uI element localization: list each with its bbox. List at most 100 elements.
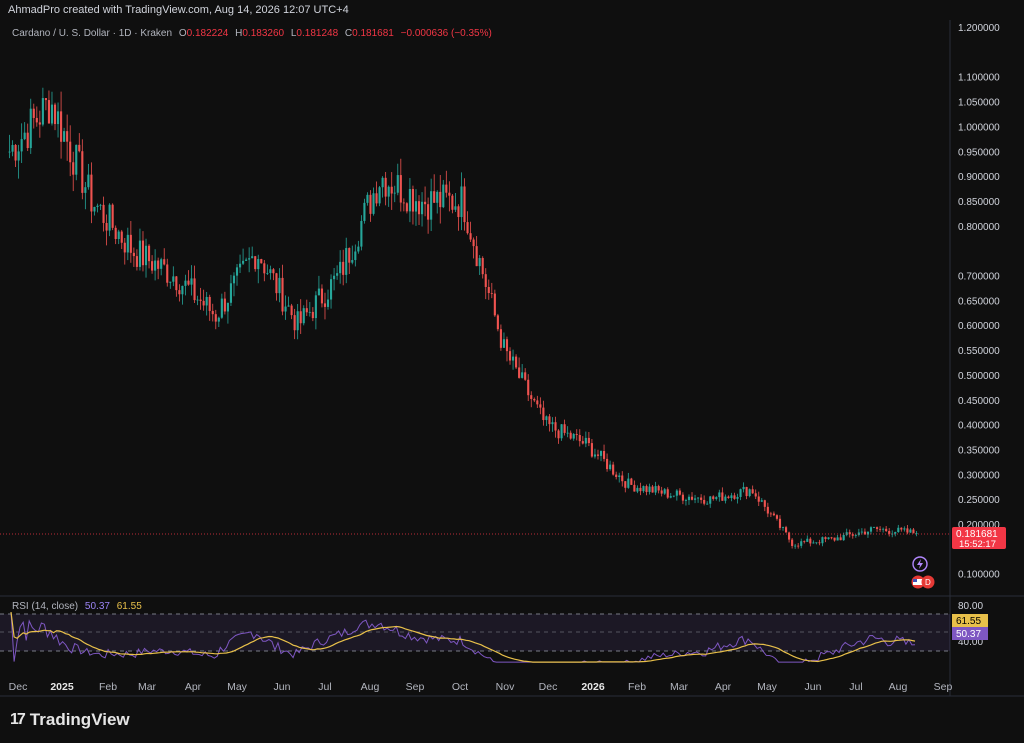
rsi-ma-value: 61.55 — [116, 601, 142, 612]
candle-body — [120, 231, 123, 243]
tradingview-brand[interactable]: 17 TradingView — [10, 710, 130, 730]
x-tick-label: 2026 — [581, 681, 605, 693]
x-tick-label: Oct — [452, 681, 468, 693]
candle-body — [23, 132, 26, 140]
candle-body — [675, 490, 678, 496]
candle-body — [854, 534, 857, 536]
candle-body — [451, 195, 454, 210]
candle-body — [308, 311, 311, 313]
candle-body — [63, 131, 66, 142]
candle-body — [645, 486, 648, 492]
candle-body — [226, 302, 229, 312]
candle-body — [357, 246, 360, 252]
candle-body — [615, 474, 618, 477]
candle-body — [888, 531, 891, 534]
candle-body — [66, 131, 69, 142]
candle-body — [736, 496, 739, 499]
candle-body — [251, 256, 254, 259]
candle-body — [903, 528, 906, 530]
candle-body — [481, 258, 484, 275]
y-tick-label: 0.500000 — [958, 371, 1000, 382]
candle-body — [536, 400, 539, 405]
candle-body — [314, 295, 317, 319]
candle-body — [824, 537, 827, 540]
candle-body — [408, 189, 411, 212]
candle-body — [196, 299, 199, 301]
candle-body — [733, 495, 736, 499]
x-tick-label: May — [227, 681, 248, 693]
candle-body — [709, 496, 712, 504]
y-tick-label: 0.450000 — [958, 396, 1000, 407]
candle-body — [387, 186, 390, 197]
y-tick-label: 1.200000 — [958, 23, 1000, 34]
candle-body — [745, 486, 748, 497]
candle-body — [912, 529, 915, 534]
candle-body — [351, 260, 354, 263]
candle-body — [602, 451, 606, 459]
price-badge-countdown: 15:52:17 — [959, 539, 996, 550]
candle-body — [545, 416, 548, 421]
candle-body — [578, 435, 581, 442]
candle-body — [114, 227, 117, 240]
y-tick-label: 0.800000 — [958, 222, 1000, 233]
candle-body — [721, 492, 724, 501]
x-tick-label: Aug — [889, 681, 908, 693]
candle-body — [138, 240, 142, 267]
candle-body — [882, 528, 885, 530]
x-tick-label: Dec — [539, 681, 558, 693]
candle-body — [687, 496, 691, 501]
candle-body — [296, 311, 299, 331]
price-pane — [0, 20, 950, 596]
candle-body — [472, 239, 475, 247]
x-tick-label: May — [757, 681, 778, 693]
y-tick-label: 0.400000 — [958, 421, 1000, 432]
candle-body — [333, 275, 336, 280]
candle-body — [842, 534, 845, 541]
candle-body — [35, 117, 38, 123]
candle-body — [439, 191, 442, 208]
candle-body — [275, 273, 278, 294]
candle-body — [909, 529, 912, 533]
x-tick-label: 2025 — [50, 681, 74, 693]
candle-body — [521, 372, 524, 378]
candle-body — [60, 111, 63, 142]
candle-body — [38, 122, 41, 125]
candle-body — [302, 308, 305, 324]
candle-body — [123, 242, 126, 253]
candle-body — [69, 141, 72, 163]
candle-body — [163, 259, 166, 265]
candle-body — [329, 279, 333, 300]
candle-body — [393, 192, 396, 194]
candle-body — [800, 541, 803, 546]
open-value: 0.182224 — [186, 28, 229, 39]
candle-body — [193, 278, 196, 301]
symbol-name: Cardano / U. S. Dollar · 1D · Kraken — [12, 28, 173, 39]
candle-body — [17, 151, 20, 161]
candle-body — [378, 187, 381, 204]
candle-body — [141, 240, 145, 266]
candle-body — [433, 191, 436, 203]
candle-body — [906, 528, 909, 533]
candle-body — [293, 315, 296, 331]
candle-body — [11, 144, 14, 152]
low-value: 0.181248 — [296, 28, 339, 39]
candle-body — [518, 367, 521, 378]
candle-body — [697, 497, 700, 499]
candle-body — [266, 272, 269, 274]
candle-body — [766, 506, 769, 514]
candle-body — [879, 528, 882, 530]
candle-body — [463, 186, 466, 223]
candle-body — [872, 527, 876, 529]
candle-body — [402, 202, 405, 204]
candle-body — [712, 496, 715, 499]
candle-body — [487, 286, 490, 294]
candle-body — [208, 296, 211, 311]
candle-body — [220, 298, 223, 318]
candle-body — [845, 532, 848, 535]
candle-body — [466, 222, 469, 234]
price-chart[interactable]: 1.200000 1.100000 1.050000 1.000000 0.950000… — [0, 0, 1024, 743]
y-tick-label: 0.350000 — [958, 445, 1000, 456]
candle-body — [132, 252, 135, 257]
rsi-ma-badge: 61.55 — [952, 614, 988, 627]
candle-body — [223, 298, 226, 312]
